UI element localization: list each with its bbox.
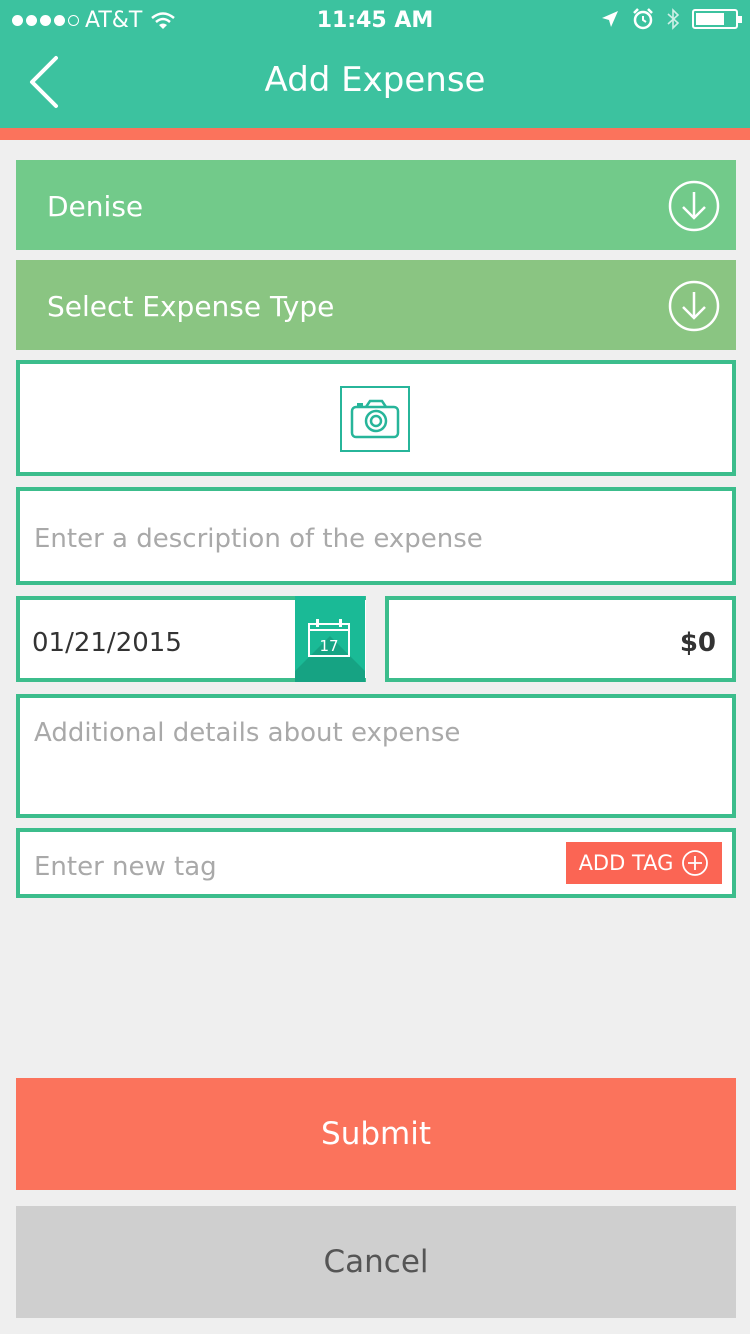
amount-value: $0	[679, 628, 716, 658]
add-tag-button[interactable]: ADD TAG	[566, 842, 722, 884]
details-textarea[interactable]: Additional details about expense	[16, 694, 736, 818]
status-icons	[600, 8, 742, 30]
status-bar: AT&T 11:45 AM	[0, 0, 750, 40]
camera-icon	[340, 386, 410, 452]
battery-icon	[692, 9, 742, 29]
amount-input[interactable]: $0	[385, 596, 736, 682]
tag-placeholder: Enter new tag	[34, 852, 217, 882]
calendar-icon: 17	[308, 619, 350, 657]
employee-dropdown[interactable]: Denise	[16, 160, 736, 250]
add-photo-button[interactable]	[16, 360, 736, 476]
date-value: 01/21/2015	[32, 628, 182, 658]
arrow-down-circle-icon	[668, 280, 720, 332]
header-accent-line	[0, 128, 750, 140]
arrow-down-circle-icon	[668, 180, 720, 232]
description-placeholder: Enter a description of the expense	[34, 524, 483, 554]
calendar-icon-day: 17	[319, 637, 338, 655]
expense-type-dropdown[interactable]: Select Expense Type	[16, 260, 736, 350]
calendar-button[interactable]: 17	[295, 596, 365, 682]
description-input[interactable]: Enter a description of the expense	[16, 487, 736, 585]
page-title: Add Expense	[264, 60, 486, 100]
add-tag-label: ADD TAG	[578, 851, 674, 875]
location-arrow-icon	[602, 11, 618, 27]
expense-type-dropdown-label: Select Expense Type	[47, 290, 335, 323]
employee-dropdown-label: Denise	[47, 190, 144, 223]
cancel-button[interactable]: Cancel	[16, 1206, 736, 1318]
bluetooth-icon	[667, 8, 680, 30]
submit-button[interactable]: Submit	[16, 1078, 736, 1190]
details-placeholder: Additional details about expense	[34, 718, 461, 748]
alarm-icon	[633, 8, 653, 30]
plus-circle-icon	[682, 850, 709, 876]
